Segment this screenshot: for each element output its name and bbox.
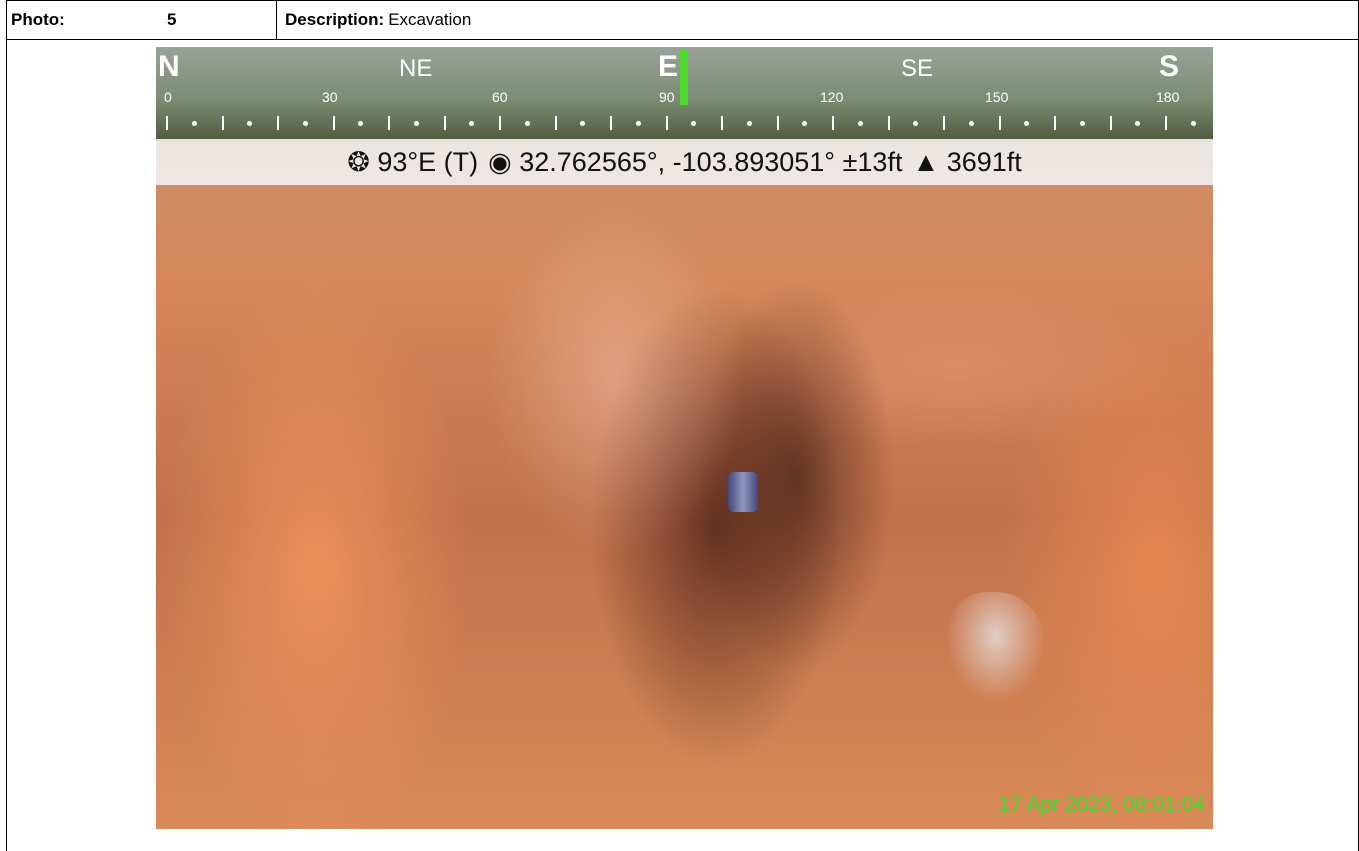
- compass-tick: [665, 116, 668, 130]
- compass-tick: [943, 116, 945, 130]
- compass-dot: [913, 121, 919, 126]
- compass-tick: [277, 116, 279, 130]
- compass-dot: [1190, 121, 1196, 126]
- compass-degree-30: 30: [322, 89, 338, 105]
- photo-header-table: Photo: 5 Description: Excavation: [6, 0, 1359, 40]
- compass-degree-0: 0: [164, 89, 172, 105]
- photo-label: Photo:: [11, 10, 65, 29]
- compass-degree-90: 90: [659, 89, 675, 105]
- compass-degree-150: 150: [985, 89, 1009, 105]
- compass-southeast: SE: [901, 55, 934, 82]
- coordinates-readout: 32.762565°, -103.893051° ±13ft: [519, 146, 903, 177]
- heading-readout: 93°E (T): [377, 146, 479, 177]
- gps-info-bar: ❂ 93°E (T) ◉ 32.762565°, -103.893051° ±1…: [156, 139, 1213, 185]
- compass-dot: [968, 121, 974, 126]
- compass-dot: [247, 121, 253, 126]
- compass-east: E: [658, 50, 679, 83]
- sunlight-haze: [486, 197, 746, 557]
- compass-northeast: NE: [399, 55, 433, 82]
- compass-dot: [857, 121, 863, 126]
- compass-degree-180: 180: [1156, 89, 1180, 105]
- photo-timestamp: 17 Apr 2023, 08:01:04: [998, 793, 1205, 816]
- compass-tick: [1054, 116, 1056, 130]
- compass-rose-icon: ❂: [347, 146, 370, 177]
- compass-dot: [635, 121, 641, 126]
- compass-tick: [554, 116, 557, 130]
- compass-dot: [1024, 121, 1030, 126]
- description-value: Excavation: [388, 10, 472, 29]
- elevation-triangle-icon: ▲: [912, 146, 940, 177]
- compass-dot: [358, 121, 364, 126]
- compass-degree-120: 120: [820, 89, 844, 105]
- compass-tick: [1165, 116, 1167, 130]
- compass-tick: [832, 116, 834, 130]
- compass-dot: [191, 121, 197, 126]
- compass-degree-60: 60: [492, 89, 508, 105]
- compass-tick: [166, 116, 168, 130]
- compass-dot: [746, 121, 752, 126]
- photo-number: 5: [107, 1, 277, 39]
- description-cell: Description: Excavation: [277, 1, 471, 39]
- compass-dot: [691, 121, 697, 126]
- description-label: Description:: [285, 10, 385, 29]
- compass-tick: [388, 116, 390, 130]
- compass-tick: [721, 116, 723, 130]
- compass-heading-needle: [680, 49, 688, 105]
- compass-south: S: [1159, 50, 1180, 83]
- excavation-photo: N NE E SE S 0 30 60 90 120 150 180 ❂ 93°…: [156, 47, 1213, 829]
- compass-north: N: [158, 50, 180, 83]
- compass-tick: [443, 116, 446, 130]
- compass-tick: [1109, 116, 1112, 130]
- compass-tick: [776, 116, 779, 130]
- compass-tick: [610, 116, 612, 130]
- elevation-readout: 3691ft: [946, 146, 1022, 177]
- compass-dot: [524, 121, 530, 126]
- compass-dot: [302, 121, 308, 126]
- blue-object-in-trench: [728, 472, 758, 512]
- compass-tick: [332, 116, 335, 130]
- compass-strip: N NE E SE S 0 30 60 90 120 150 180: [156, 47, 1213, 139]
- compass-tick: [221, 116, 224, 130]
- location-dot-icon: ◉: [488, 146, 512, 177]
- compass-tick: [887, 116, 890, 130]
- compass-dot: [413, 121, 419, 126]
- compass-dot: [469, 121, 475, 126]
- compass-tick: [499, 116, 501, 130]
- compass-dot: [802, 121, 808, 126]
- compass-dot: [580, 121, 586, 126]
- compass-dot: [1079, 121, 1085, 126]
- compass-dot: [1135, 121, 1141, 126]
- compass-tick: [998, 116, 1001, 130]
- rubble-pile: [946, 592, 1046, 702]
